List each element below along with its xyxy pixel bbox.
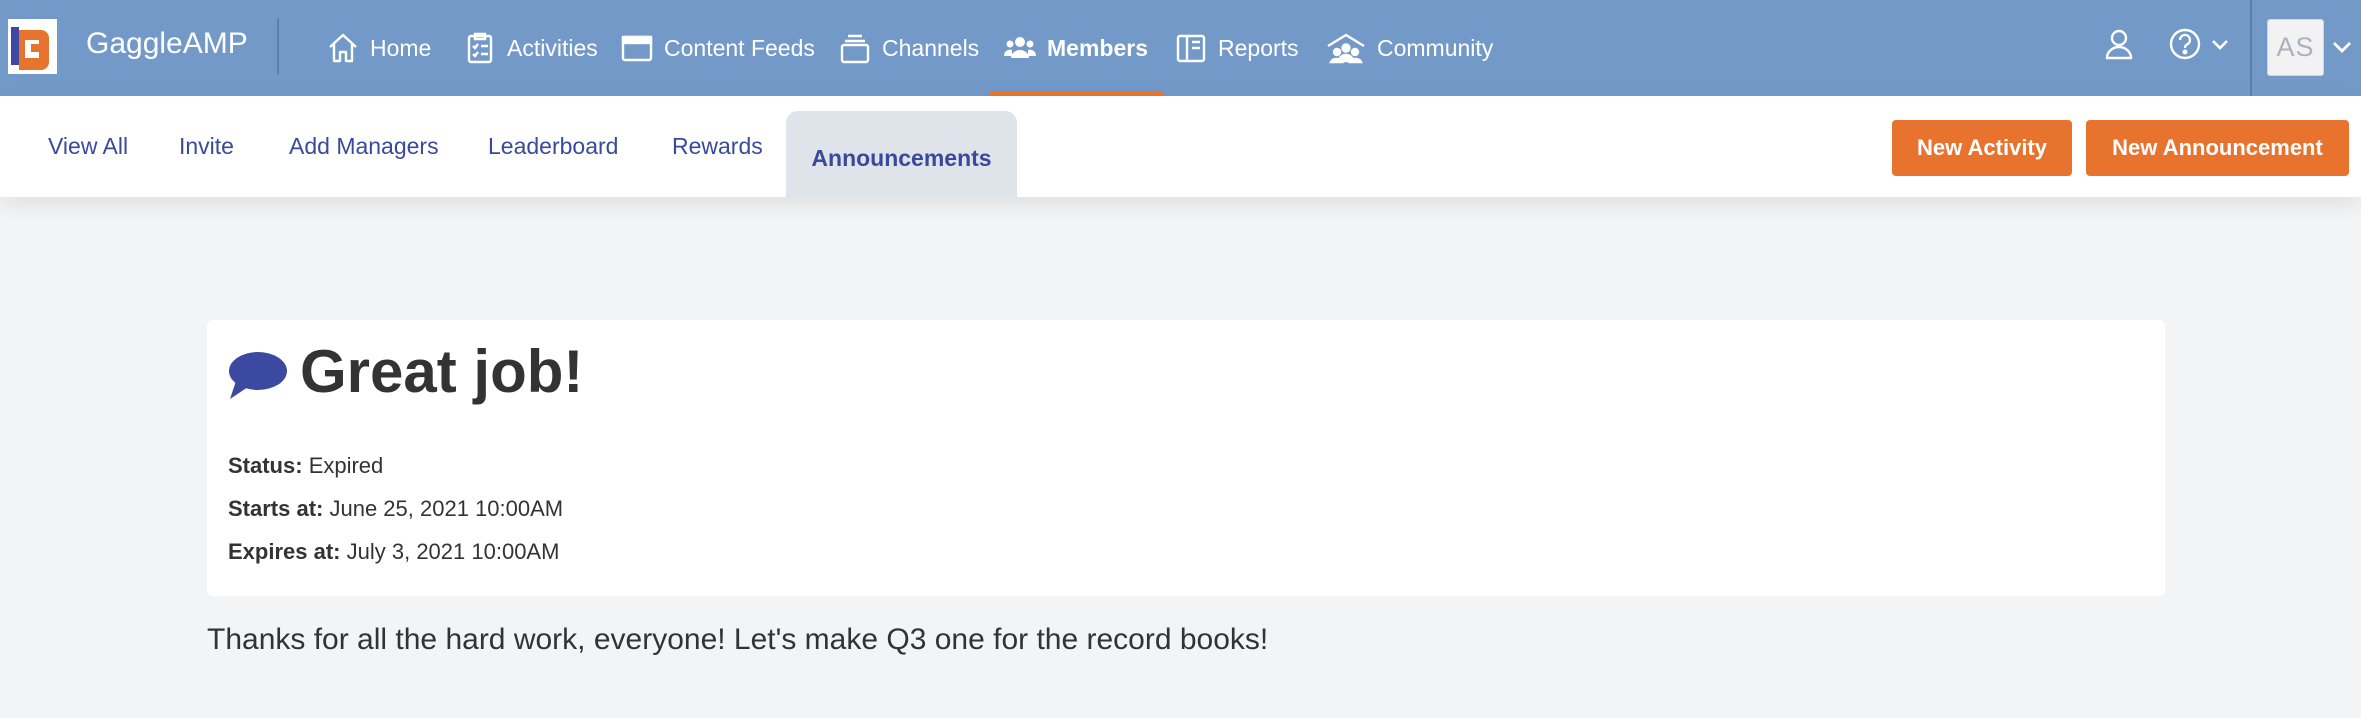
nav-channels[interactable]: Channels <box>838 0 979 96</box>
subnav-rewards[interactable]: Rewards <box>672 96 763 197</box>
book-icon <box>1174 31 1208 65</box>
announcement-title: Great job! <box>300 338 584 405</box>
starts-value: June 25, 2021 10:00AM <box>329 496 564 521</box>
help-icon <box>2167 26 2203 67</box>
feed-icon <box>620 31 654 65</box>
subnav-add-managers[interactable]: Add Managers <box>289 96 439 197</box>
app-name[interactable]: GaggleAMP <box>86 22 248 66</box>
announcement-message: Thanks for all the hard work, everyone! … <box>207 623 1269 656</box>
starts-row: Starts at: June 25, 2021 10:00AM <box>228 494 563 524</box>
home-icon <box>326 31 360 65</box>
status-value: Expired <box>308 453 384 478</box>
nav-reports-label: Reports <box>1218 34 1299 61</box>
nav-community[interactable]: Community <box>1325 0 1493 96</box>
expires-label: Expires at: <box>228 539 341 564</box>
nav-activities[interactable]: Activities <box>463 0 598 96</box>
expires-row: Expires at: July 3, 2021 10:00AM <box>228 537 559 567</box>
subnav-leaderboard[interactable]: Leaderboard <box>488 96 618 197</box>
nav-content-feeds-label: Content Feeds <box>664 34 815 61</box>
user-icon <box>2102 27 2136 66</box>
clipboard-icon <box>463 31 497 65</box>
help-menu-button[interactable] <box>2167 24 2237 68</box>
nav-community-label: Community <box>1377 34 1494 61</box>
nav-reports[interactable]: Reports <box>1174 0 1299 96</box>
new-activity-button[interactable]: New Activity <box>1892 120 2072 176</box>
status-label: Status: <box>228 453 303 478</box>
community-icon <box>1325 31 1367 65</box>
nav-home[interactable]: Home <box>326 0 431 96</box>
status-row: Status: Expired <box>228 451 383 481</box>
speech-bubble-icon <box>226 349 288 408</box>
subnav-announcements[interactable]: Announcements <box>786 111 1017 197</box>
nav-activities-label: Activities <box>507 34 598 61</box>
nav-channels-label: Channels <box>882 34 980 61</box>
avatar-chevron-down-icon[interactable] <box>2329 34 2355 60</box>
nav-content-feeds[interactable]: Content Feeds <box>620 0 815 96</box>
starts-label: Starts at: <box>228 496 324 521</box>
avatar[interactable]: AS <box>2267 19 2324 76</box>
subnav-invite[interactable]: Invite <box>179 96 234 197</box>
chevron-down-icon <box>2209 33 2231 60</box>
gaggleamp-logo[interactable] <box>8 19 57 74</box>
brand-divider <box>277 18 279 74</box>
expires-value: July 3, 2021 10:00AM <box>346 539 560 564</box>
members-icon <box>1003 31 1037 65</box>
layers-icon <box>838 31 872 65</box>
subnav-view-all[interactable]: View All <box>48 96 128 197</box>
new-announcement-button[interactable]: New Announcement <box>2086 120 2349 176</box>
nav-members[interactable]: Members <box>1003 0 1148 96</box>
profile-button[interactable] <box>2097 24 2141 68</box>
user-divider <box>2250 0 2252 96</box>
nav-home-label: Home <box>370 34 432 61</box>
nav-members-label: Members <box>1047 34 1148 61</box>
